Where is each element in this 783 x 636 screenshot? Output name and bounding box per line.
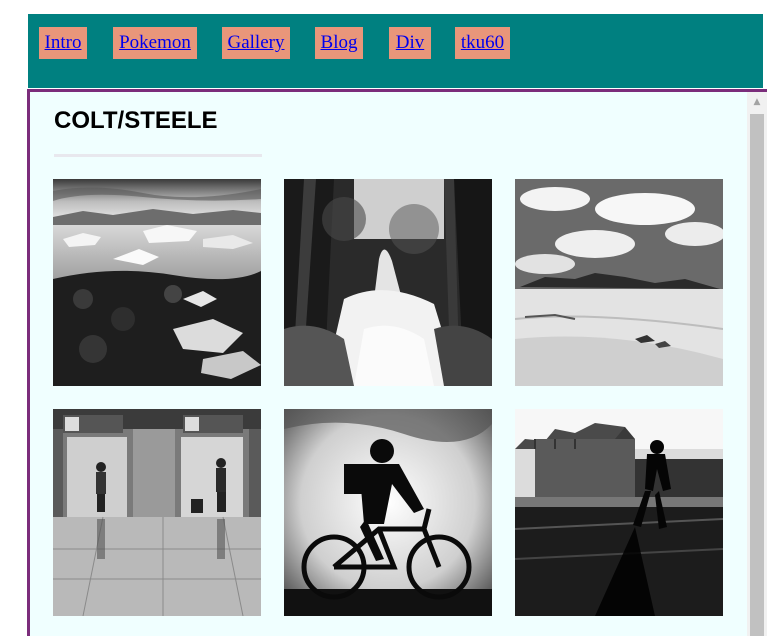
nav-link-intro[interactable]: Intro <box>39 27 87 59</box>
gallery-photo-glacier[interactable] <box>53 179 261 386</box>
content-frame: COLT/STEELE ▲ <box>27 89 767 636</box>
scroll-thumb[interactable] <box>750 114 764 636</box>
gallery-photo-cyclist[interactable] <box>284 409 492 616</box>
vertical-scrollbar[interactable]: ▲ <box>747 92 767 636</box>
nav-link-blog[interactable]: Blog <box>315 27 363 59</box>
nav-link-pokemon[interactable]: Pokemon <box>113 27 197 59</box>
nav-link-gallery[interactable]: Gallery <box>222 27 290 59</box>
nav-link-tku60[interactable]: tku60 <box>455 27 510 59</box>
gallery-photo-airport[interactable] <box>53 409 261 616</box>
site-title: COLT/STEELE <box>54 107 218 134</box>
top-navigation: Intro Pokemon Gallery Blog Div tku60 <box>28 14 763 88</box>
gallery-photo-walker[interactable] <box>515 409 723 616</box>
gallery-photo-desert[interactable] <box>515 179 723 386</box>
gallery-photo-waterfall[interactable] <box>284 179 492 386</box>
scroll-up-arrow-icon[interactable]: ▲ <box>747 92 767 112</box>
title-divider <box>54 154 262 157</box>
nav-link-div[interactable]: Div <box>389 27 431 59</box>
